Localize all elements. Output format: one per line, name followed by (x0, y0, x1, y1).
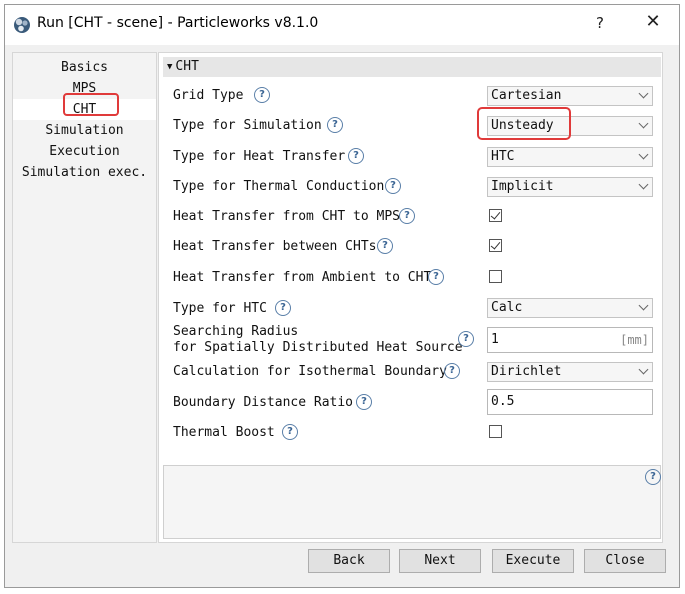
grid-type-help-icon[interactable]: ? (254, 87, 270, 103)
searching-radius-help-icon[interactable]: ? (458, 331, 474, 347)
window-close-button[interactable]: ✕ (641, 11, 665, 32)
window-title: Run [CHT - scene] - Particleworks v8.1.0 (37, 15, 319, 31)
grid-type-value: Cartesian (491, 88, 562, 103)
isothermal-boundary-label: Calculation for Isothermal Boundary (173, 364, 447, 379)
section-title: CHT (175, 59, 199, 74)
ht-ambient-to-cht-checkbox[interactable] (489, 270, 502, 283)
sidebar-item-simulation-exec[interactable]: Simulation exec. (13, 162, 156, 183)
type-for-thermal-conduction-value: Implicit (491, 179, 554, 194)
boundary-distance-ratio-value: 0.5 (491, 394, 515, 409)
type-for-heat-transfer-label: Type for Heat Transfer (173, 149, 346, 164)
sidebar-item-label: Simulation exec. (21, 165, 148, 180)
searching-radius-label-line1: Searching Radius (173, 324, 299, 339)
sidebar-item-execution[interactable]: Execution (13, 141, 156, 162)
type-for-thermal-conduction-select[interactable]: Implicit (487, 177, 653, 197)
ht-cht-to-mps-label: Heat Transfer from CHT to MPS (173, 209, 400, 224)
type-for-htc-label: Type for HTC (173, 301, 267, 316)
sidebar-nav: Basics MPS CHT Simulation Execution Simu… (12, 52, 157, 543)
type-for-htc-help-icon[interactable]: ? (275, 300, 291, 316)
back-button[interactable]: Back (308, 549, 390, 573)
cht-settings-panel: ▼ CHT Grid Type ? Cartesian Type for Simu… (158, 52, 663, 543)
description-box (163, 465, 661, 539)
chevron-down-icon (638, 364, 649, 375)
next-button[interactable]: Next (399, 549, 481, 573)
thermal-boost-checkbox[interactable] (489, 425, 502, 438)
isothermal-boundary-help-icon[interactable]: ? (444, 363, 460, 379)
ht-cht-to-mps-help-icon[interactable]: ? (399, 208, 415, 224)
window-help-button[interactable]: ? (590, 14, 610, 32)
chevron-down-icon (638, 88, 649, 99)
searching-radius-label-line2: for Spatially Distributed Heat Source (173, 340, 463, 355)
boundary-distance-ratio-help-icon[interactable]: ? (356, 394, 372, 410)
chevron-down-icon (638, 179, 649, 190)
boundary-distance-ratio-label: Boundary Distance Ratio (173, 395, 354, 410)
cht-section-header[interactable]: ▼ CHT (163, 57, 661, 77)
searching-radius-input[interactable]: 1 [mm] (487, 327, 653, 353)
ht-between-chts-label: Heat Transfer between CHTs (173, 239, 377, 254)
chevron-down-icon (638, 118, 649, 129)
sidebar-item-basics[interactable]: Basics (13, 57, 156, 78)
type-for-htc-value: Calc (491, 300, 523, 315)
particleworks-app-icon (14, 17, 30, 33)
searching-radius-unit: [mm] (620, 333, 649, 347)
grid-type-label: Grid Type (173, 88, 244, 103)
isothermal-boundary-value: Dirichlet (491, 364, 562, 379)
unsteady-highlight-annotation (477, 107, 571, 140)
thermal-boost-help-icon[interactable]: ? (282, 424, 298, 440)
type-for-heat-transfer-select[interactable]: HTC (487, 147, 653, 167)
type-for-simulation-help-icon[interactable]: ? (327, 117, 343, 133)
isothermal-boundary-select[interactable]: Dirichlet (487, 362, 653, 382)
ht-ambient-to-cht-help-icon[interactable]: ? (428, 269, 444, 285)
execute-button[interactable]: Execute (492, 549, 574, 573)
type-for-thermal-conduction-label: Type for Thermal Conduction (173, 179, 385, 194)
sidebar-item-label: Simulation (45, 123, 124, 138)
type-for-heat-transfer-help-icon[interactable]: ? (348, 148, 364, 164)
sidebar-item-label: Basics (61, 60, 108, 75)
ht-ambient-to-cht-label: Heat Transfer from Ambient to CHT (173, 270, 432, 285)
searching-radius-value: 1 (491, 332, 499, 347)
sidebar-item-label: Execution (49, 144, 120, 159)
close-button[interactable]: Close (584, 549, 666, 573)
title-bar: Run [CHT - scene] - Particleworks v8.1.0… (5, 5, 679, 45)
boundary-distance-ratio-input[interactable]: 0.5 (487, 389, 653, 415)
grid-type-select[interactable]: Cartesian (487, 86, 653, 106)
chevron-down-icon (638, 149, 649, 160)
type-for-simulation-label: Type for Simulation (173, 118, 322, 133)
description-help-icon[interactable]: ? (645, 469, 661, 485)
checkmark-icon (490, 239, 501, 250)
thermal-boost-label: Thermal Boost (173, 425, 275, 440)
chevron-down-icon (638, 300, 649, 311)
type-for-htc-select[interactable]: Calc (487, 298, 653, 318)
ht-cht-to-mps-checkbox[interactable] (489, 209, 502, 222)
ht-between-chts-help-icon[interactable]: ? (377, 238, 393, 254)
ht-between-chts-checkbox[interactable] (489, 239, 502, 252)
type-for-heat-transfer-value: HTC (491, 149, 515, 164)
checkmark-icon (490, 209, 501, 220)
collapse-triangle-icon: ▼ (167, 62, 173, 72)
sidebar-item-simulation[interactable]: Simulation (13, 120, 156, 141)
type-for-thermal-conduction-help-icon[interactable]: ? (385, 178, 401, 194)
cht-highlight-annotation (63, 93, 119, 116)
